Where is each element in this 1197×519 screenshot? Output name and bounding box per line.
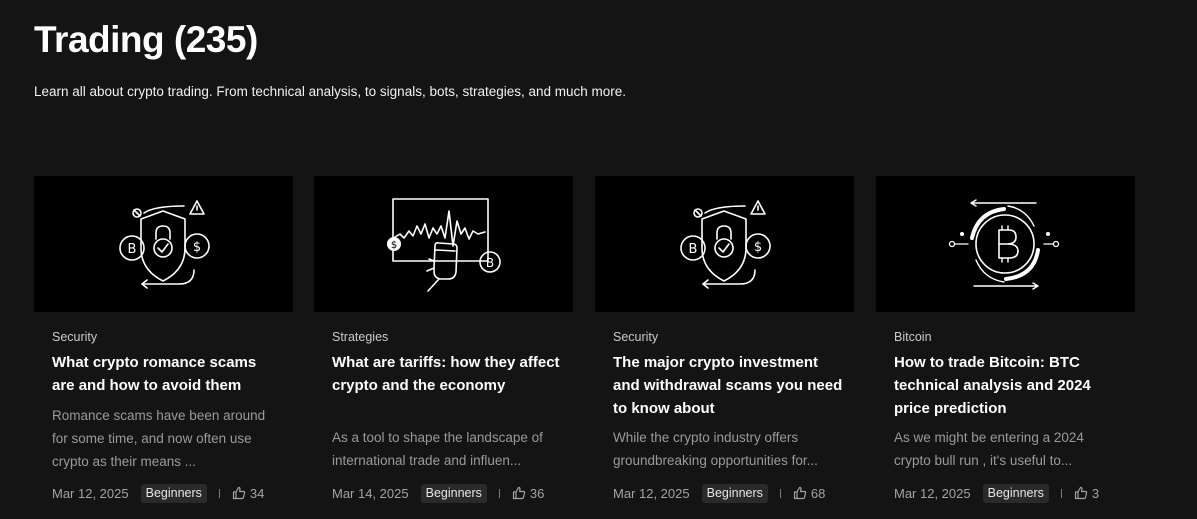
like-count: 3 (1091, 485, 1100, 501)
card-date: Mar 14, 2025 (332, 485, 409, 501)
card-category[interactable]: Bitcoin (894, 329, 932, 345)
meta-divider (498, 488, 500, 498)
shield-scam-icon: B $ (680, 200, 771, 289)
like-button[interactable]: 34 (232, 486, 264, 501)
article-card[interactable]: B $ Strategies What are tariffs: how the… (314, 176, 573, 519)
card-title[interactable]: What are tariffs: how they affect crypto… (332, 351, 562, 397)
like-count: 34 (249, 485, 265, 501)
svg-text:$: $ (754, 240, 762, 255)
card-meta: Mar 12, 2025 Beginners 68 (613, 483, 825, 503)
svg-text:B: B (689, 242, 698, 257)
card-title[interactable]: The major crypto investment and withdraw… (613, 351, 843, 420)
shield-scam-icon: B $ (119, 200, 210, 289)
price-chart-icon: B $ (387, 198, 501, 292)
card-tag[interactable]: Beginners (140, 483, 207, 503)
meta-divider (779, 488, 781, 498)
card-date: Mar 12, 2025 (894, 485, 971, 501)
card-excerpt: As we might be entering a 2024 crypto bu… (894, 430, 1084, 468)
bitcoin-cycle-icon (948, 199, 1060, 290)
like-button[interactable]: 36 (512, 486, 544, 501)
card-image[interactable]: B $ (314, 176, 573, 312)
thumbs-up-icon (1074, 486, 1088, 500)
card-tag[interactable]: Beginners (420, 483, 487, 503)
card-meta: Mar 12, 2025 Beginners 3 (894, 483, 1099, 503)
thumbs-up-icon (232, 486, 246, 500)
card-image[interactable]: B $ (34, 176, 293, 312)
card-image[interactable]: B $ (595, 176, 854, 312)
card-excerpt: Romance scams have been around for some … (52, 408, 266, 469)
card-meta: Mar 14, 2025 Beginners 36 (332, 483, 544, 503)
meta-divider (1060, 488, 1062, 498)
like-count: 36 (529, 485, 545, 501)
card-title[interactable]: What crypto romance scams are and how to… (52, 351, 282, 397)
like-button[interactable]: 68 (793, 486, 825, 501)
card-excerpt: As a tool to shape the landscape of inte… (332, 430, 543, 468)
card-excerpt: While the crypto industry offers groundb… (613, 430, 818, 468)
like-button[interactable]: 3 (1074, 486, 1099, 501)
article-card[interactable]: B $ Security What crypto romance scams a… (34, 176, 293, 519)
article-grid: B $ Security What crypto romance scams a… (34, 176, 1144, 519)
thumbs-up-icon (512, 486, 526, 500)
card-meta: Mar 12, 2025 Beginners 34 (52, 483, 264, 503)
page: Trading (235) Learn all about crypto tra… (0, 0, 1197, 519)
svg-text:$: $ (391, 240, 397, 251)
like-count: 68 (810, 485, 826, 501)
card-image[interactable] (876, 176, 1135, 312)
card-tag[interactable]: Beginners (701, 483, 768, 503)
card-date: Mar 12, 2025 (613, 485, 690, 501)
card-title[interactable]: How to trade Bitcoin: BTC technical anal… (894, 351, 1124, 420)
card-category[interactable]: Security (613, 329, 658, 345)
article-card[interactable]: Bitcoin How to trade Bitcoin: BTC techni… (876, 176, 1135, 519)
svg-text:B: B (486, 256, 494, 270)
svg-text:B: B (128, 242, 137, 257)
svg-text:$: $ (193, 240, 201, 255)
page-subtitle: Learn all about crypto trading. From tec… (34, 84, 627, 99)
thumbs-up-icon (793, 486, 807, 500)
meta-divider (218, 488, 220, 498)
article-card[interactable]: B $ Security The major crypto investment… (595, 176, 854, 519)
card-date: Mar 12, 2025 (52, 485, 129, 501)
card-tag[interactable]: Beginners (982, 483, 1049, 503)
page-title: Trading (235) (34, 19, 258, 60)
card-category[interactable]: Strategies (332, 329, 388, 345)
card-category[interactable]: Security (52, 329, 97, 345)
